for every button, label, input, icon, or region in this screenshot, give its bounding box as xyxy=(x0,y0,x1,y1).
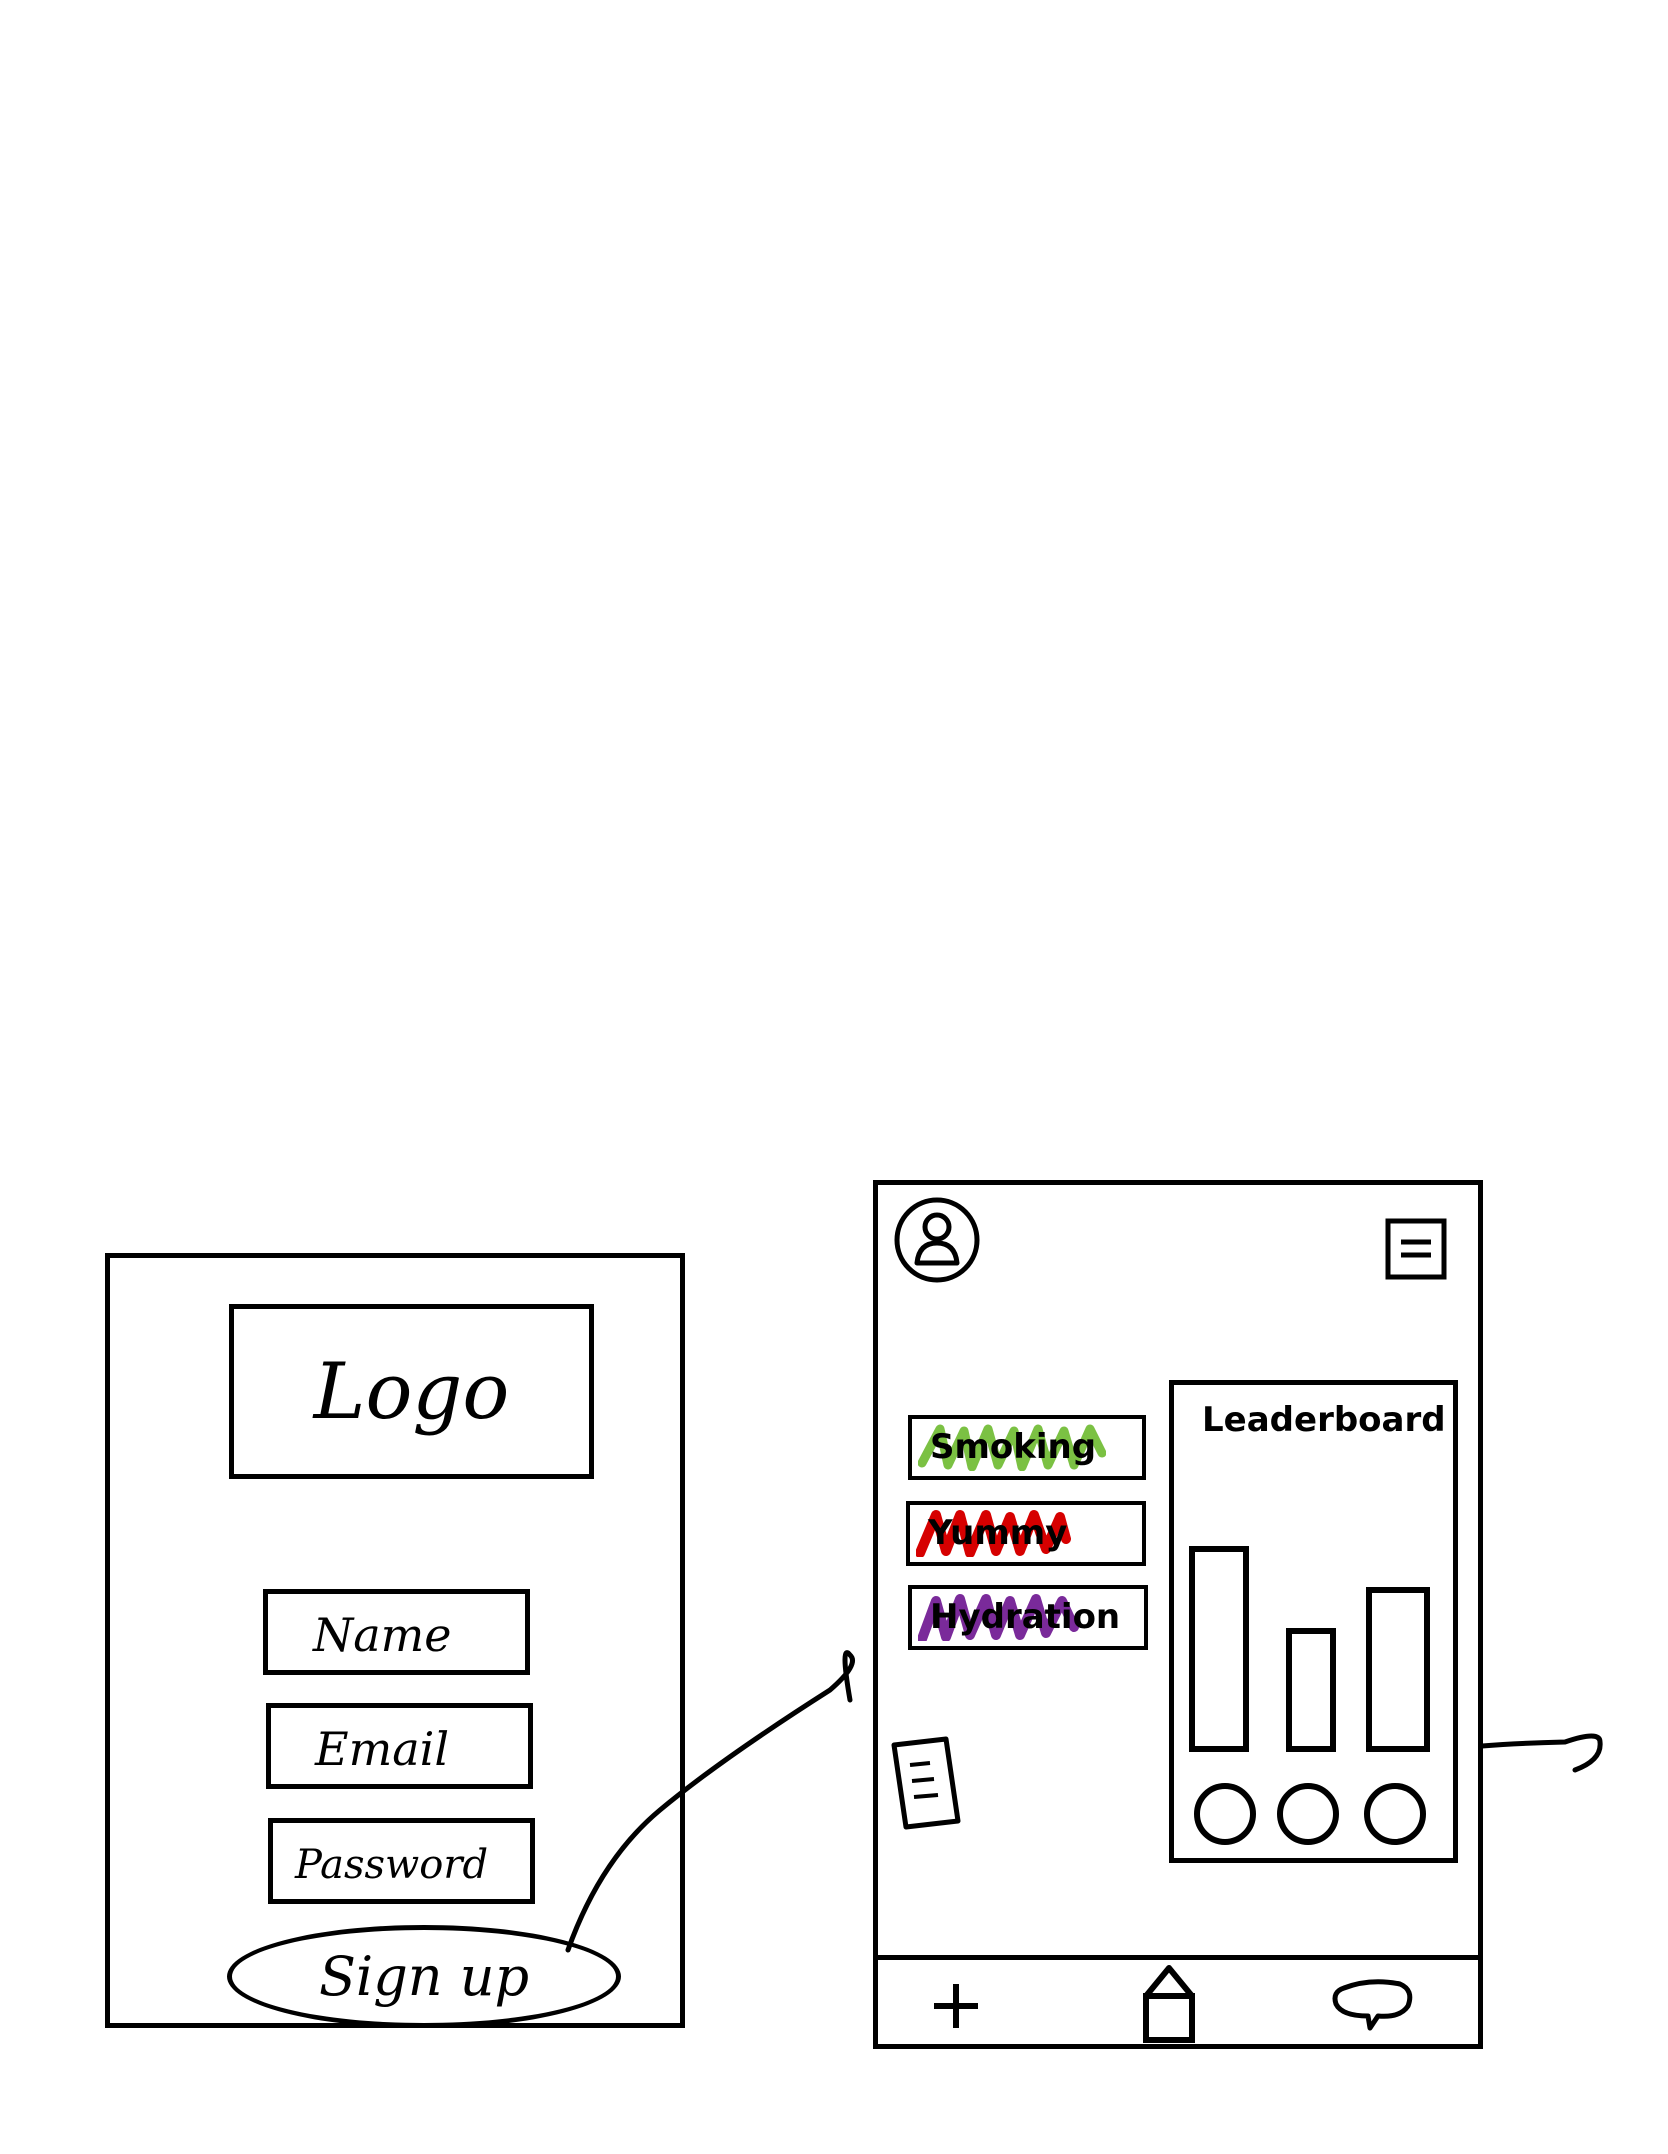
wireframe-canvas: Logo Name Email Password Sign up Smoking xyxy=(0,0,1668,2154)
signup-to-home-arrow xyxy=(565,1650,855,1953)
flow-arrows xyxy=(565,1650,1603,1953)
home-to-next-arrow xyxy=(1479,1733,1603,1773)
